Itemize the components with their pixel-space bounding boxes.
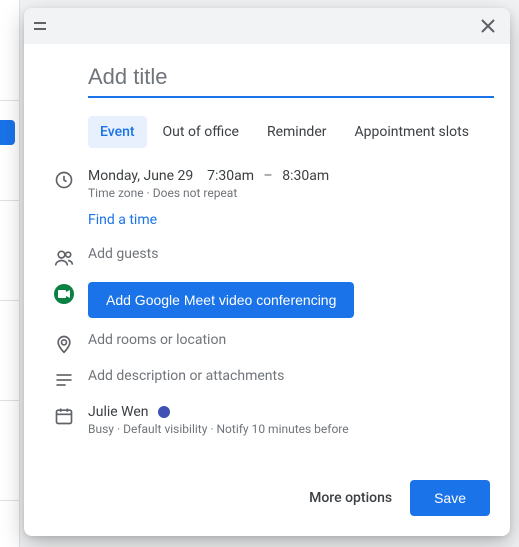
tab-out-of-office[interactable]: Out of office [151,116,251,148]
timezone-link[interactable]: Time zone [88,186,144,200]
drag-handle-icon[interactable] [34,21,50,31]
calendar-icon [54,406,74,426]
conferencing-row: Add Google Meet video conferencing [40,282,494,318]
visibility-setting[interactable]: Default visibility [123,422,207,436]
event-type-tabs: Event Out of office Reminder Appointment… [88,116,494,148]
description-icon [54,370,74,390]
find-a-time-link[interactable]: Find a time [88,212,157,228]
repeat-link[interactable]: Does not repeat [153,186,238,200]
save-button[interactable]: Save [410,480,490,516]
title-input[interactable] [88,60,494,98]
tab-reminder[interactable]: Reminder [255,116,339,148]
close-button[interactable] [476,14,500,38]
add-location-field[interactable]: Add rooms or location [88,332,226,348]
add-google-meet-button[interactable]: Add Google Meet video conferencing [88,282,354,318]
tab-event[interactable]: Event [88,116,147,148]
people-icon [54,248,74,268]
availability-status[interactable]: Busy [88,422,114,436]
clock-icon [54,170,74,190]
add-guests-field[interactable]: Add guests [88,246,158,262]
location-icon [54,334,74,354]
organizer-name[interactable]: Julie Wen [88,404,149,420]
modal-footer: More options Save [24,466,510,536]
start-time[interactable]: 7:30am [207,168,254,184]
notification-setting[interactable]: Notify 10 minutes before [217,422,349,436]
guests-row: Add guests [40,246,494,268]
modal-header [24,8,510,44]
calendar-color-dot[interactable] [158,406,170,418]
google-meet-icon [54,284,74,304]
more-options-link[interactable]: More options [309,490,392,506]
event-create-modal: Event Out of office Reminder Appointment… [24,8,510,536]
organizer-row: Julie Wen Busy · Default visibility · No… [40,404,494,436]
calendar-grid-background [0,0,20,547]
datetime-row: Monday, June 29 7:30am – 8:30am Time zon… [40,168,494,200]
add-description-field[interactable]: Add description or attachments [88,368,284,384]
time-separator: – [264,168,273,184]
end-time[interactable]: 8:30am [282,168,329,184]
location-row: Add rooms or location [40,332,494,354]
tab-appointment-slots[interactable]: Appointment slots [343,116,481,148]
description-row: Add description or attachments [40,368,494,390]
date-text[interactable]: Monday, June 29 [88,168,193,184]
